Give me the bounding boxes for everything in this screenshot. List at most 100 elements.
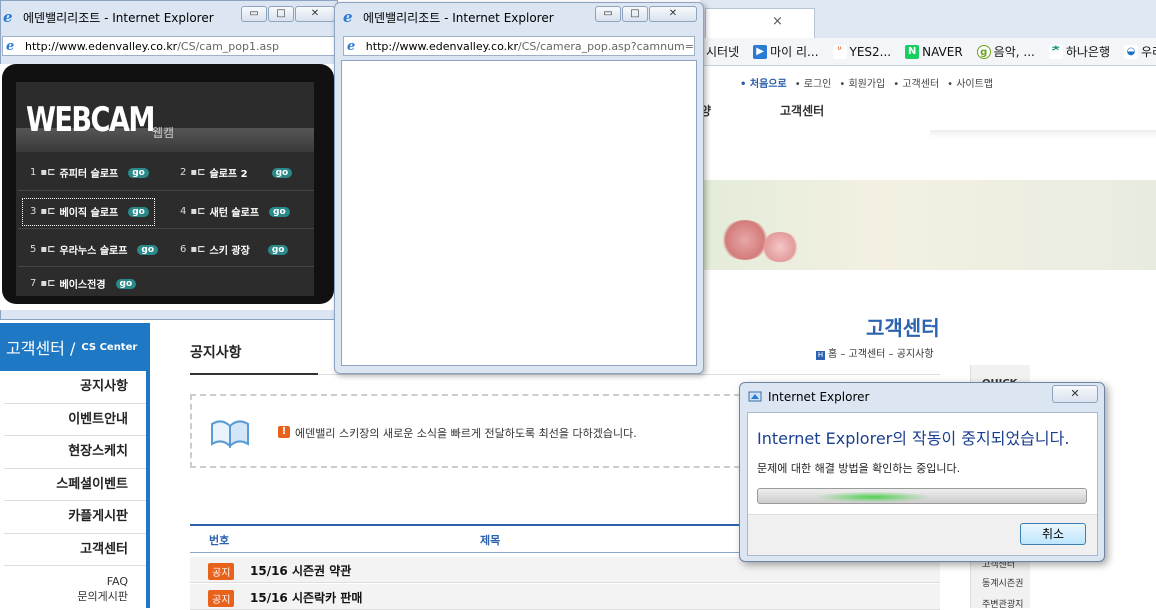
sidebar-item-carpool[interactable]: 카플게시판 [4,501,146,534]
camera-number: 6 [180,244,187,255]
window-titlebar[interactable]: e 에덴밸리리조트 - Internet Explorer [3,9,214,26]
go-button[interactable]: go [267,244,289,255]
table-row[interactable]: 공지 15/16 시즌락카 판매 [190,584,940,610]
fav-label: 마이 리... [770,45,819,59]
camera-link-7[interactable]: 7 ▪⊏ 베이스전경 go [30,276,137,291]
nav-login-link[interactable]: • 로그인 [795,75,832,90]
warning-icon: ! [278,426,290,438]
fav-label: NAVER [922,44,963,59]
nav-sitemap-link[interactable]: • 사이트맵 [947,75,993,90]
naver-icon: N [905,44,920,59]
progress-bar [757,488,1087,504]
fav-label: 하나은행 [1065,45,1110,59]
cancel-button[interactable]: 취소 [1020,523,1086,545]
smile-icon: ᐡ [832,44,847,59]
favorite-item[interactable]: ᐡ YES2... [832,44,891,59]
column-header-no: 번호 [209,534,230,547]
flower-decoration [760,232,800,262]
camera-link-5[interactable]: 5 ▪⊏ 우라누스 슬로프 go [30,242,159,257]
camera-link-4[interactable]: 4 ▪⊏ 새턴 슬로프 go [180,204,290,219]
table-top-border [190,524,740,526]
page-title: 공지사항 [190,345,242,361]
favorite-item[interactable]: ◒우리 [1124,43,1156,60]
camera-name: 우라누스 슬로프 [59,246,128,257]
notice-badge: 공지 [208,563,235,580]
play-icon: ▶ [753,44,768,59]
nav-join-link[interactable]: • 회원가입 [839,75,885,90]
maximize-button[interactable]: □ [268,6,294,22]
webcam-logo: WEBCAM [26,100,155,140]
address-bar[interactable]: e http://www.edenvalley.co.kr/CS/camera_… [343,36,695,56]
breadcrumb: H홈 – 고객센터 – 공지사항 [816,345,934,360]
quick-menu-item[interactable]: 동계시즌권 [982,576,1023,589]
minimize-button[interactable]: ▭ [595,6,621,22]
favorite-item[interactable]: 시터넷 [706,43,739,60]
camera-number: 7 [30,278,37,289]
nav-home-link[interactable]: • 처음으로 [740,75,787,90]
app-error-icon [748,391,762,402]
close-button[interactable]: ✕ [649,6,697,22]
sidebar-title: 고객센터 / [6,339,76,358]
breadcrumb-text: 홈 – 고객센터 – 공지사항 [828,349,934,360]
minimize-button[interactable]: ▭ [241,6,267,22]
fav-label: 음악, ... [993,45,1035,59]
camera-number: 5 [30,244,37,255]
camera-link-1[interactable]: 1 ▪⊏ 쥬피터 슬로프 go [30,165,149,180]
address-bar[interactable]: e http://www.edenvalley.co.kr/CS/cam_pop… [2,36,336,56]
title-underline [190,373,318,375]
divider [18,266,314,267]
url-path: /CS/cam_pop1.asp [177,39,279,53]
maximize-button[interactable]: □ [622,6,648,22]
sidebar-sub-faq[interactable]: FAQ [0,574,146,589]
go-button[interactable]: go [271,167,293,178]
sidebar-item-sketch[interactable]: 현장스케치 [4,436,146,469]
sidebar-item-notice[interactable]: 공지사항 [4,371,146,404]
home-icon: H [816,351,825,360]
nav-cs-link[interactable]: • 고객센터 [893,75,939,90]
row-title[interactable]: 15/16 시즌락카 판매 [250,589,362,606]
webcam-logo-sub: 웹캠 [152,126,175,140]
sidebar-item-special[interactable]: 스페셜이벤트 [4,469,146,501]
notice-text: 에덴밸리 스키장의 새로운 소식을 빠르게 전달하도록 최선을 다하겠습니다. [295,427,637,440]
go-button[interactable]: go [128,167,149,178]
go-button[interactable]: go [269,206,290,217]
sidebar: 공지사항 이벤트안내 현장스케치 스페셜이벤트 카플게시판 고객센터 FAQ 문… [0,371,150,608]
ie-logo-icon: e [3,8,13,26]
sidebar-subtitle: CS Center [81,341,138,353]
favorite-item[interactable]: ᅔ 하나은행 [1048,43,1110,60]
favorite-item[interactable]: g 음악, ... [976,43,1035,60]
browser-tab[interactable] [705,8,815,38]
camera-link-6[interactable]: 6 ▪⊏ 스키 광장 go [180,242,289,257]
divider [18,228,314,229]
sidebar-item-events[interactable]: 이벤트안내 [4,404,146,436]
tab-close-icon[interactable]: × [772,14,783,29]
camera-icon: ▪⊏ [190,206,206,217]
ie-page-icon: e [347,38,356,54]
window-titlebar[interactable]: e 에덴밸리리조트 - Internet Explorer [343,9,554,26]
camera-link-2[interactable]: 2 ▪⊏ 슬로프 2 go [180,165,293,180]
camera-name: 베이스전경 [59,280,106,291]
divider [18,190,314,191]
favorite-item[interactable]: ▶ 마이 리... [753,43,819,60]
dialog-titlebar[interactable]: Internet Explorer [748,390,869,404]
title-divider [318,374,940,375]
bank-icon: ᅔ [1048,44,1063,59]
url-host: http://www.edenvalley.co.kr [25,39,178,53]
go-button[interactable]: go [137,244,159,255]
section-title: 고객센터 [866,316,940,340]
camera-icon: ▪⊏ [190,167,206,178]
gnb-cs-menu[interactable]: 고객센터 [780,102,824,119]
go-button[interactable]: go [115,278,137,289]
sidebar-sub-qna[interactable]: 문의게시판 [0,589,146,604]
dialog-close-button[interactable]: ✕ [1052,385,1098,403]
url-host: http://www.edenvalley.co.kr [365,39,519,53]
site-top-nav: • 처음으로 • 로그인 • 회원가입 • 고객센터 • 사이트맵 [740,75,993,90]
quick-menu-item[interactable]: 주변관광지 [982,597,1023,610]
book-icon [211,420,249,448]
ie-page-icon: e [6,38,15,54]
camera-selection-focus [22,198,155,226]
favorite-item[interactable]: N NAVER [905,44,963,59]
close-button[interactable]: ✕ [295,6,335,22]
row-title[interactable]: 15/16 시즌권 약관 [250,562,351,579]
sidebar-item-cs[interactable]: 고객센터 [4,534,146,566]
